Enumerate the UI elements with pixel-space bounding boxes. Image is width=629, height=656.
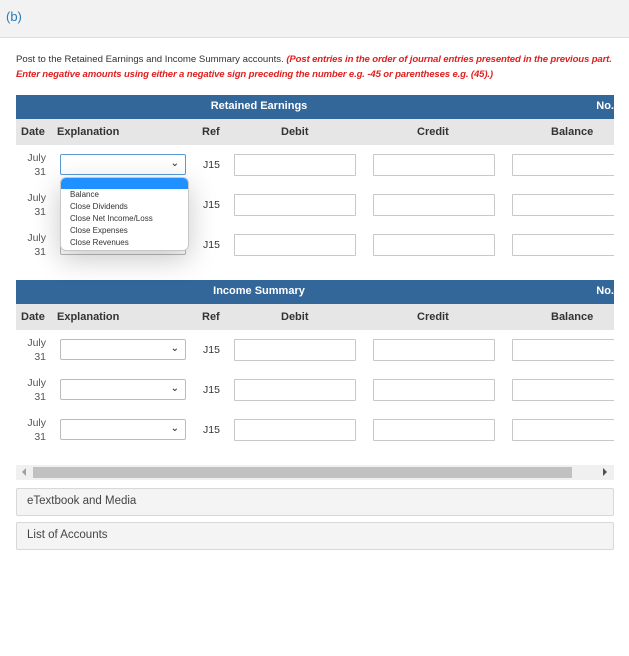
instructions: Post to the Retained Earnings and Income… <box>16 52 616 82</box>
debit-input[interactable] <box>234 379 356 401</box>
ledger-title-bar: Income Summary No. <box>16 280 614 304</box>
balance-input[interactable] <box>512 194 614 216</box>
date-month: July <box>27 337 46 349</box>
scroll-right-arrow-icon[interactable] <box>603 468 607 476</box>
explanation-dropdown-list: Balance Close Dividends Close Net Income… <box>60 177 189 251</box>
credit-input[interactable] <box>373 379 495 401</box>
debit-input[interactable] <box>234 419 356 441</box>
credit-input[interactable] <box>373 234 495 256</box>
dropdown-option-blank[interactable] <box>61 178 188 189</box>
row-date: July 31 <box>22 376 46 404</box>
explanation-select[interactable]: ⌄ <box>60 339 186 360</box>
ledger-row: July 31 ⌄ J15 <box>16 375 614 415</box>
row-ref: J15 <box>203 344 220 356</box>
ledger-title: Retained Earnings <box>210 100 308 112</box>
dropdown-option-close-revenues[interactable]: Close Revenues <box>61 237 188 249</box>
date-month: July <box>27 417 46 429</box>
list-of-accounts-panel[interactable]: List of Accounts <box>16 522 614 550</box>
date-day: 31 <box>34 431 46 443</box>
credit-input[interactable] <box>373 339 495 361</box>
ledger-number-label: No. <box>596 100 614 112</box>
scroll-left-arrow-icon[interactable] <box>22 468 26 476</box>
chevron-down-icon: ⌄ <box>170 383 179 394</box>
column-header-row: Date Explanation Ref Debit Credit Balanc… <box>16 304 614 330</box>
row-date: July 31 <box>22 151 46 179</box>
column-date: Date <box>21 126 45 138</box>
row-ref: J15 <box>203 239 220 251</box>
ledger-row: July 31 ⌄ J15 <box>16 415 614 450</box>
debit-input[interactable] <box>234 194 356 216</box>
column-credit: Credit <box>417 311 449 323</box>
ledger-row: July 31 ⌄ J15 <box>16 335 614 375</box>
row-date: July 31 <box>22 231 46 259</box>
chevron-down-icon: ⌄ <box>170 423 179 434</box>
balance-input[interactable] <box>512 419 614 441</box>
dropdown-option-close-net-income-loss[interactable]: Close Net Income/Loss <box>61 213 188 225</box>
income-summary-ledger: Income Summary No. Date Explanation Ref … <box>16 280 614 450</box>
ledger-title-bar: Retained Earnings No. <box>16 95 614 119</box>
part-label: (b) <box>6 9 22 24</box>
balance-input[interactable] <box>512 339 614 361</box>
column-explanation: Explanation <box>57 126 120 138</box>
scrollbar-thumb[interactable] <box>33 467 572 478</box>
explanation-select[interactable]: ⌄ <box>60 379 186 400</box>
row-ref: J15 <box>203 159 220 171</box>
date-month: July <box>27 377 46 389</box>
column-explanation: Explanation <box>57 311 120 323</box>
part-header: (b) <box>0 0 629 38</box>
chevron-down-icon: ⌄ <box>170 343 179 354</box>
debit-input[interactable] <box>234 339 356 361</box>
row-date: July 31 <box>22 191 46 219</box>
date-month: July <box>27 232 46 244</box>
balance-input[interactable] <box>512 154 614 176</box>
date-day: 31 <box>34 351 46 363</box>
instructions-text: Post to the Retained Earnings and Income… <box>16 54 284 65</box>
debit-input[interactable] <box>234 154 356 176</box>
credit-input[interactable] <box>373 194 495 216</box>
etextbook-media-panel[interactable]: eTextbook and Media <box>16 488 614 516</box>
date-day: 31 <box>34 206 46 218</box>
column-balance: Balance <box>551 311 594 323</box>
date-day: 31 <box>34 391 46 403</box>
column-credit: Credit <box>417 126 449 138</box>
row-ref: J15 <box>203 384 220 396</box>
date-day: 31 <box>34 166 46 178</box>
column-date: Date <box>21 311 45 323</box>
dropdown-option-close-expenses[interactable]: Close Expenses <box>61 225 188 237</box>
row-ref: J15 <box>203 199 220 211</box>
ledger-number-label: No. <box>596 285 614 297</box>
credit-input[interactable] <box>373 419 495 441</box>
dropdown-option-close-dividends[interactable]: Close Dividends <box>61 201 188 213</box>
explanation-select[interactable]: ⌄ <box>60 419 186 440</box>
balance-input[interactable] <box>512 379 614 401</box>
column-balance: Balance <box>551 126 594 138</box>
credit-input[interactable] <box>373 154 495 176</box>
etextbook-media-label: eTextbook and Media <box>27 495 137 507</box>
row-date: July 31 <box>22 336 46 364</box>
list-of-accounts-label: List of Accounts <box>27 529 108 541</box>
debit-input[interactable] <box>234 234 356 256</box>
column-ref: Ref <box>202 126 220 138</box>
dropdown-option-balance[interactable]: Balance <box>61 189 188 201</box>
date-day: 31 <box>34 246 46 258</box>
row-date: July 31 <box>22 416 46 444</box>
date-month: July <box>27 152 46 164</box>
ledger-title: Income Summary <box>213 285 305 297</box>
column-ref: Ref <box>202 311 220 323</box>
explanation-select[interactable]: ⌄ <box>60 154 186 175</box>
column-debit: Debit <box>281 311 309 323</box>
row-ref: J15 <box>203 424 220 436</box>
column-header-row: Date Explanation Ref Debit Credit Balanc… <box>16 119 614 145</box>
column-debit: Debit <box>281 126 309 138</box>
chevron-down-icon: ⌄ <box>170 158 179 169</box>
date-month: July <box>27 192 46 204</box>
balance-input[interactable] <box>512 234 614 256</box>
horizontal-scrollbar[interactable] <box>16 465 614 480</box>
